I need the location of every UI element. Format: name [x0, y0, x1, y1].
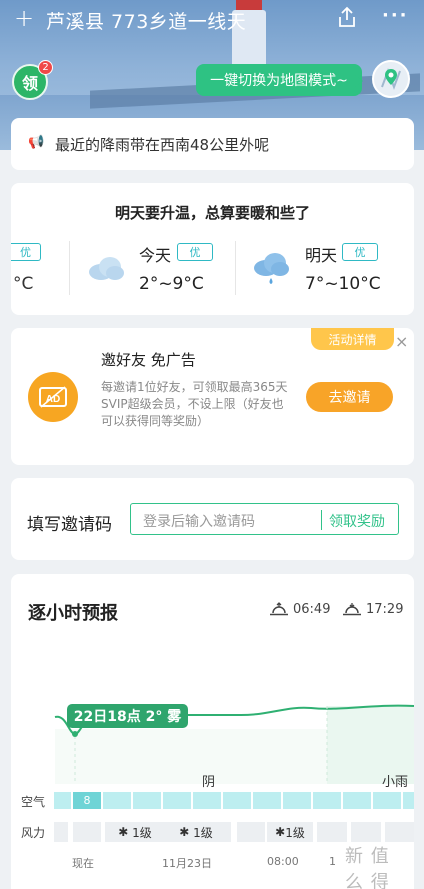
cloud-icon — [89, 257, 124, 280]
time-label: 11月23日 — [162, 857, 212, 870]
aqi-badge-today: 优 — [177, 243, 213, 261]
temp-today: 2°~9°C — [139, 274, 204, 294]
current-point — [72, 731, 78, 737]
condition-label: 阴 — [202, 775, 216, 790]
forecast-headline: 明天要升温，总算要暖和些了 — [114, 204, 310, 222]
share-icon[interactable] — [337, 6, 357, 28]
air-quality-row-label: 空气 — [21, 795, 46, 809]
coupon-badge: 2 — [38, 60, 53, 75]
invite-button[interactable]: 去邀请 — [306, 382, 393, 412]
divider — [235, 241, 236, 295]
time-label: 1 — [329, 855, 336, 868]
day-label-today: 今天 — [139, 246, 172, 265]
aqi-cell — [103, 792, 131, 809]
speaker-icon: 📢 — [28, 135, 45, 150]
map-pin-icon[interactable] — [372, 60, 410, 98]
wind-cell — [237, 822, 265, 842]
aqi-cell — [133, 792, 161, 809]
claim-reward-button[interactable]: 领取奖励 — [329, 511, 385, 531]
wind-cell — [385, 822, 414, 842]
rain-notice-text: 最近的降雨带在西南48公里外呢 — [55, 136, 270, 154]
divider — [321, 510, 322, 530]
aqi-cell — [313, 792, 341, 809]
aqi-cell-current: 8 — [73, 792, 101, 809]
rain-notice-card[interactable]: 📢 最近的降雨带在西南48公里外呢 — [11, 118, 414, 170]
ad-free-icon: AD — [28, 372, 78, 422]
aqi-badge-tomorrow: 优 — [342, 243, 378, 261]
wind-level: 1级 — [132, 825, 152, 840]
wind-cell — [351, 822, 381, 842]
temperature-curve — [54, 704, 414, 784]
location-title[interactable]: 芦溪县 773乡道一线天 — [46, 7, 246, 34]
daily-forecast-card: 明天要升温，总算要暖和些了 优 °C 今天 优 2°~9°C 明天 优 7°~1… — [11, 183, 414, 315]
wind-row-label: 风力 — [21, 826, 46, 840]
divider — [69, 241, 70, 295]
watermark: 新 值 么 得 买 — [345, 846, 390, 889]
wind-cell — [54, 822, 68, 842]
wind-cell: ✱ 1级 — [267, 822, 313, 842]
wind-level: 1级 — [193, 825, 213, 840]
aqi-cell — [283, 792, 311, 809]
aqi-cell — [343, 792, 371, 809]
add-city-button[interactable]: + — [14, 4, 34, 32]
aqi-badge-partial: 优 — [11, 243, 41, 261]
invite-title: 邀好友 免广告 — [101, 351, 196, 369]
more-menu-icon[interactable]: ··· — [382, 5, 409, 26]
day-label-tomorrow: 明天 — [305, 246, 338, 265]
activity-details-tag[interactable]: 活动详情 — [311, 328, 394, 350]
invite-description: 每邀请1位好友，可领取最高365天SVIP超级会员，不设上限（好友也可以获得同等… — [101, 380, 288, 428]
map-mode-bubble-tail — [355, 75, 363, 87]
fan-icon: ✱ — [118, 825, 133, 839]
aqi-cell — [223, 792, 251, 809]
time-label: 现在 — [72, 857, 94, 870]
wind-cell — [73, 822, 101, 842]
hourly-forecast-card: 逐小时预报 06:49 17:29 22日18点 2° 雾 阴 小雨 空气 8 … — [11, 574, 414, 889]
invite-friends-card: 活动详情 × AD 邀好友 免广告 每邀请1位好友，可领取最高365天SVIP超… — [11, 328, 414, 465]
aqi-cell — [253, 792, 281, 809]
invite-code-field[interactable]: 登录后输入邀请码 领取奖励 — [130, 503, 399, 535]
fan-icon: ✱ — [275, 825, 286, 839]
wind-level: 1级 — [285, 825, 305, 840]
svg-text:AD: AD — [46, 394, 60, 405]
map-mode-button[interactable]: 一键切换为地图模式~ — [196, 64, 362, 96]
condition-label: 小雨 — [382, 775, 409, 790]
wind-cell: ✱ 1级 — [105, 822, 165, 842]
time-label: 08:00 — [267, 855, 299, 868]
temp-tomorrow: 7°~10°C — [305, 274, 381, 294]
aqi-cell — [54, 792, 71, 809]
invite-code-input[interactable]: 登录后输入邀请码 — [143, 511, 255, 531]
invite-code-label: 填写邀请码 — [27, 515, 112, 535]
aqi-cell — [373, 792, 401, 809]
top-bar: + 芦溪县 773乡道一线天 ··· — [0, 0, 424, 36]
invite-code-card: 填写邀请码 登录后输入邀请码 领取奖励 — [11, 478, 414, 560]
aqi-cell — [403, 792, 414, 809]
aqi-cell — [193, 792, 221, 809]
close-icon[interactable]: × — [395, 332, 408, 351]
cloud-rain-icon — [254, 253, 289, 284]
aqi-cell — [163, 792, 191, 809]
fan-icon: ✱ — [179, 825, 194, 839]
wind-cell: ✱ 1级 — [161, 822, 231, 842]
wind-cell — [317, 822, 347, 842]
hourly-tooltip: 22日18点 2° 雾 — [67, 704, 188, 728]
temp-partial: °C — [13, 274, 34, 294]
